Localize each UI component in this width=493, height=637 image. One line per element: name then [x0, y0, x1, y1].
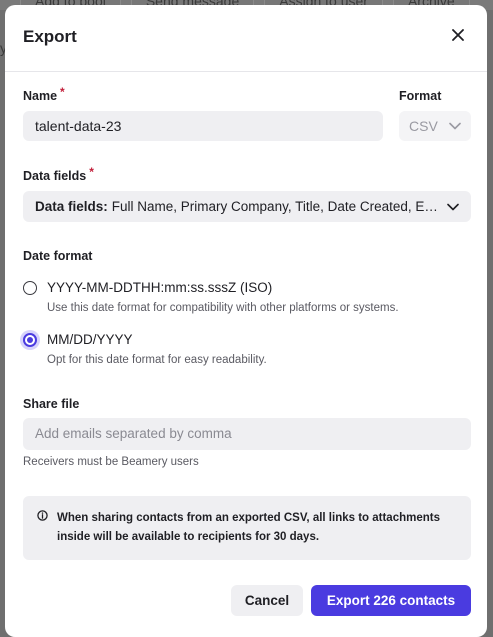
close-icon — [452, 29, 464, 41]
export-button[interactable]: Export 226 contacts — [311, 585, 471, 616]
date-format-option-iso[interactable]: YYYY-MM-DDTHH:mm:ss.sssZ (ISO) Use this … — [23, 280, 399, 314]
info-text: When sharing contacts from an exported C… — [57, 512, 440, 543]
date-format-option-us[interactable]: MM/DD/YYYY Opt for this date format for … — [23, 332, 267, 366]
name-label: Name * — [23, 85, 65, 103]
data-fields-select[interactable]: Data fields: Full Name, Primary Company,… — [23, 191, 471, 222]
option-description: Use this date format for compatibility w… — [47, 302, 399, 314]
format-select[interactable]: CSV — [399, 111, 471, 141]
name-label-text: Name — [23, 89, 58, 103]
chevron-down-icon — [447, 203, 459, 210]
info-banner: When sharing contacts from an exported C… — [23, 496, 471, 560]
info-icon — [37, 510, 48, 521]
data-fields-value: Full Name, Primary Company, Title, Date … — [111, 199, 439, 214]
cancel-button[interactable]: Cancel — [231, 585, 303, 616]
header-divider — [5, 71, 487, 72]
data-fields-label: Data fields * — [23, 165, 94, 183]
data-fields-prefix: Data fields: — [35, 199, 108, 214]
format-value: CSV — [409, 118, 438, 134]
dialog-title: Export — [23, 27, 77, 46]
export-dialog: Export Name * talent-data-23 Format CSV D… — [5, 5, 487, 637]
radio-iso[interactable] — [23, 281, 37, 295]
name-input[interactable]: talent-data-23 — [23, 111, 383, 141]
format-label: Format — [399, 89, 442, 103]
required-marker: * — [89, 165, 94, 179]
chevron-down-icon — [449, 122, 461, 130]
data-fields-label-text: Data fields — [23, 169, 87, 183]
option-description: Opt for this date format for easy readab… — [47, 354, 267, 366]
option-title: YYYY-MM-DDTHH:mm:ss.sssZ (ISO) — [47, 280, 273, 295]
close-button[interactable] — [447, 24, 469, 46]
share-emails-input[interactable]: Add emails separated by comma — [23, 418, 471, 450]
share-file-label: Share file — [23, 397, 80, 411]
option-title: MM/DD/YYYY — [47, 332, 133, 347]
share-hint: Receivers must be Beamery users — [23, 456, 199, 468]
date-format-label: Date format — [23, 249, 93, 263]
dialog-header: Export — [23, 27, 469, 47]
radio-mmddyyyy[interactable] — [23, 333, 37, 347]
required-marker: * — [60, 85, 65, 99]
dialog-footer: Cancel Export 226 contacts — [231, 585, 471, 616]
